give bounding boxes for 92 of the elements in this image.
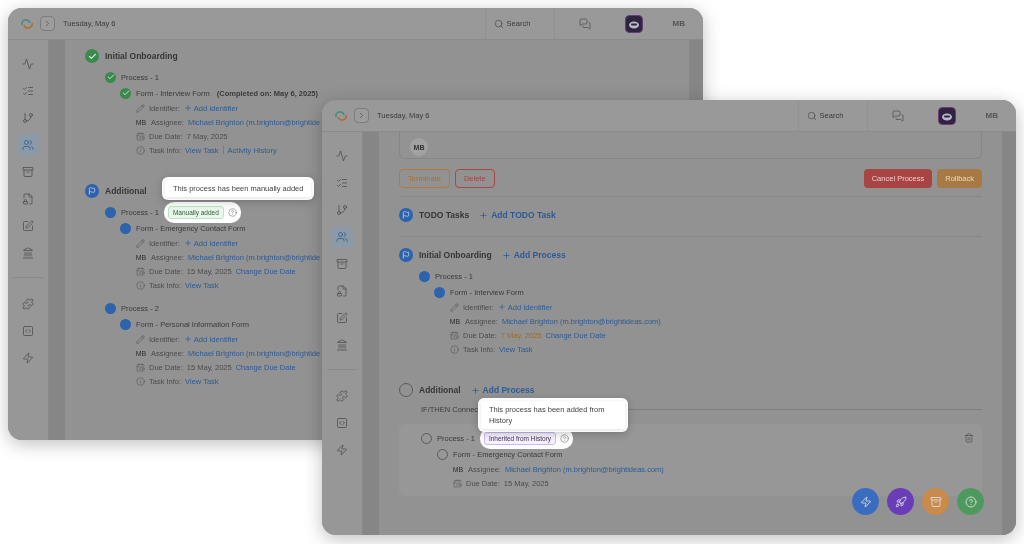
archive-icon <box>22 166 34 178</box>
calendar-icon <box>452 478 462 488</box>
plus-icon <box>497 303 506 311</box>
check-circle-icon <box>105 71 116 83</box>
edit-icon <box>22 220 34 232</box>
status-dot-icon <box>419 270 430 282</box>
users-icon <box>22 139 34 151</box>
bank-icon <box>336 339 348 351</box>
code-icon <box>22 325 34 337</box>
flag-icon <box>399 248 413 262</box>
activity-icon <box>22 58 34 70</box>
bolt-icon <box>859 495 872 508</box>
search-icon <box>806 110 817 121</box>
section-title: Additional <box>419 385 461 395</box>
puzzle-icon <box>22 298 34 310</box>
bank-icon <box>22 247 34 259</box>
add-link[interactable]: Add Process <box>470 385 535 395</box>
checklist-icon <box>336 177 348 189</box>
chat-button[interactable] <box>891 109 904 122</box>
help-button[interactable] <box>957 488 984 515</box>
file-lock-icon <box>22 193 34 205</box>
avatar-icon[interactable] <box>624 14 643 33</box>
status-dot-icon <box>120 222 131 234</box>
calendar-icon <box>135 266 145 276</box>
bolt-icon <box>22 352 34 364</box>
status-dot-icon <box>105 206 116 218</box>
branch-icon <box>22 112 34 124</box>
logo-icon <box>20 16 34 31</box>
status-dot-icon <box>105 302 116 314</box>
pencil-icon <box>449 302 459 312</box>
trash-button[interactable] <box>964 433 974 443</box>
chat-icon <box>578 17 591 30</box>
checklist-icon <box>22 85 34 97</box>
rocket-icon <box>894 495 907 508</box>
logo-icon <box>334 108 348 123</box>
expand-button[interactable] <box>354 108 369 123</box>
help-icon[interactable] <box>227 207 237 217</box>
users-icon <box>336 231 348 243</box>
info-icon <box>449 344 459 354</box>
info-icon <box>135 145 145 155</box>
search-icon <box>493 18 504 29</box>
section-title: Initial Onboarding <box>419 250 492 260</box>
section-title: Additional <box>105 186 147 196</box>
info-icon <box>135 376 145 386</box>
plus-icon <box>470 385 480 395</box>
status-dot-icon <box>120 318 131 330</box>
rocket-button[interactable] <box>887 488 914 515</box>
add-link[interactable]: Add TODO Task <box>479 210 556 220</box>
sidebar-item[interactable] <box>331 226 353 248</box>
check-circle-icon <box>85 49 99 63</box>
user-initials[interactable]: MB <box>985 111 998 120</box>
activity-icon <box>336 150 348 162</box>
plus-icon <box>183 104 192 112</box>
plus-icon <box>183 335 192 343</box>
trash-icon <box>964 433 974 443</box>
flag-icon <box>399 208 413 222</box>
avatar-icon[interactable] <box>937 106 956 125</box>
code-icon <box>336 417 348 429</box>
check-circle-icon <box>120 87 131 99</box>
chat-button[interactable] <box>578 17 591 30</box>
calendar-icon <box>135 131 145 141</box>
file-lock-icon <box>336 285 348 297</box>
branch-icon <box>336 204 348 216</box>
archive-icon <box>929 495 942 508</box>
plus-icon <box>501 250 511 260</box>
calendar-icon <box>135 362 145 372</box>
pencil-icon <box>135 238 145 248</box>
help-icon[interactable] <box>560 433 570 443</box>
flag-icon <box>85 184 99 198</box>
user-initials[interactable]: MB <box>672 19 685 28</box>
archive-icon <box>336 258 348 270</box>
help-icon <box>964 495 977 508</box>
info-icon <box>135 280 145 290</box>
chevron-icon <box>43 19 52 28</box>
archive-button[interactable] <box>922 488 949 515</box>
bolt-icon <box>336 444 348 456</box>
plus-icon <box>183 239 192 247</box>
calendar-icon <box>449 330 459 340</box>
edit-icon <box>336 312 348 324</box>
bolt-button[interactable] <box>852 488 879 515</box>
pencil-icon <box>135 103 145 113</box>
status-dot-icon <box>434 286 445 298</box>
chat-icon <box>891 109 904 122</box>
puzzle-icon <box>336 390 348 402</box>
chevron-icon <box>357 111 366 120</box>
plus-icon <box>479 210 489 220</box>
section-title: TODO Tasks <box>419 210 470 220</box>
section-title: Initial Onboarding <box>105 51 178 61</box>
sidebar-item[interactable] <box>17 134 39 156</box>
pencil-icon <box>135 334 145 344</box>
expand-button[interactable] <box>40 16 55 31</box>
add-link[interactable]: Add Process <box>501 250 566 260</box>
